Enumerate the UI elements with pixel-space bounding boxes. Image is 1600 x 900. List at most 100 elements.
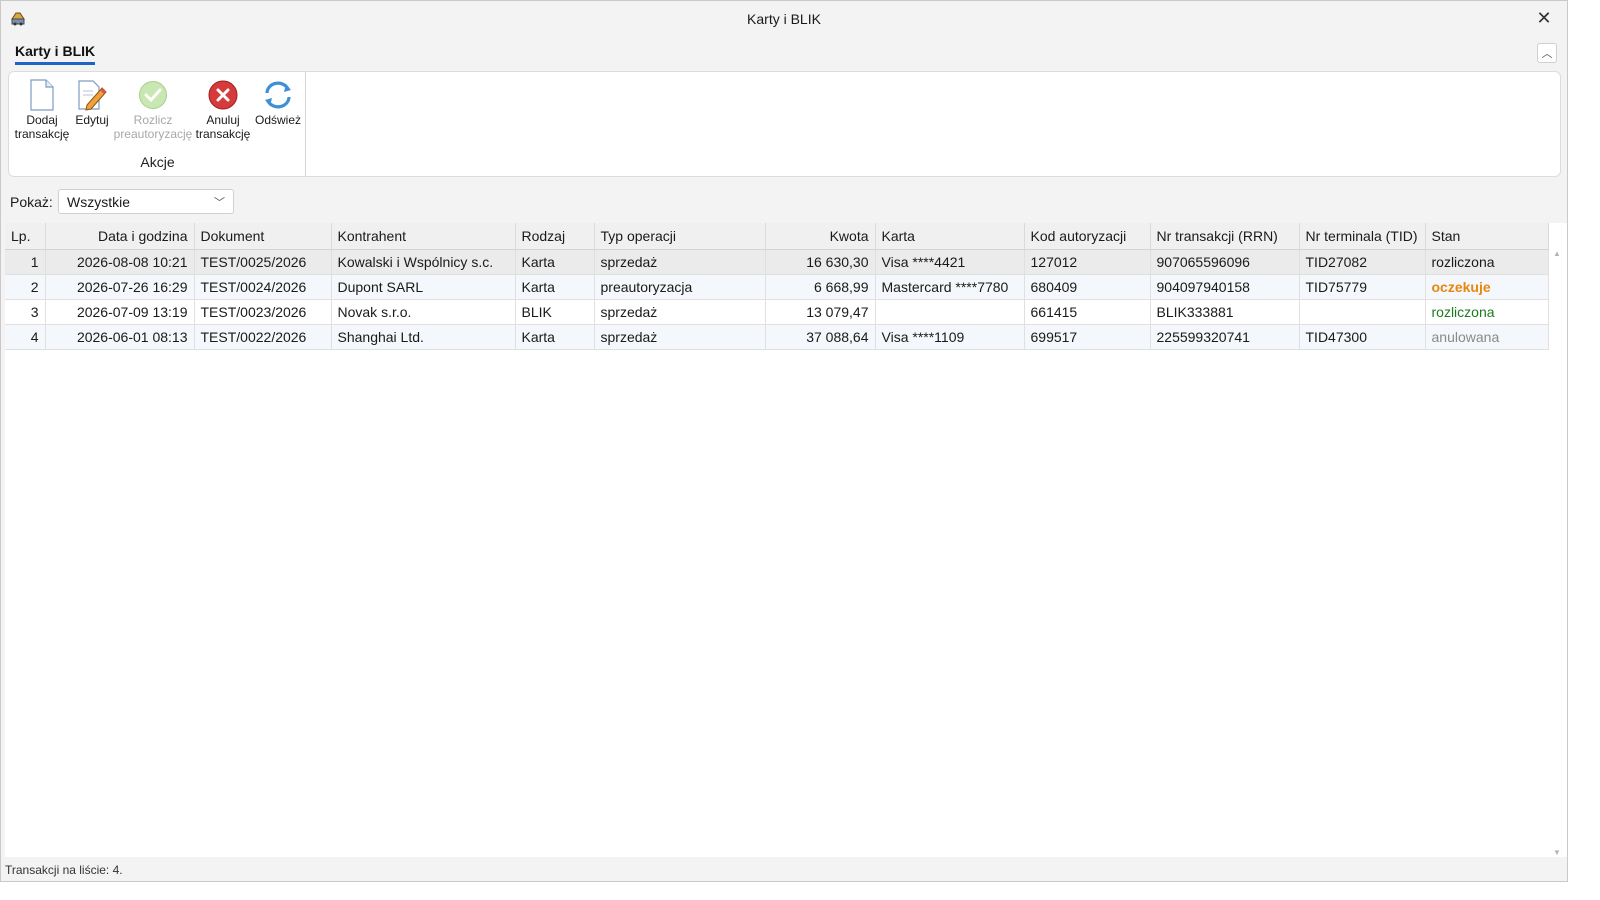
status-text: Transakcji na liście: 4. xyxy=(5,863,123,877)
cell-kind: Karta xyxy=(515,249,595,275)
table-row[interactable]: 1 2026-08-08 10:21 TEST/0025/2026 Kowals… xyxy=(5,249,1549,275)
settle-preauth-label-2: preautoryzację xyxy=(113,127,193,141)
group-label-akcje: Akcje xyxy=(140,154,175,170)
cell-amount: 37 088,64 xyxy=(765,324,876,350)
cell-date: 2026-06-01 08:13 xyxy=(45,324,195,350)
status-bar: Transakcji na liście: 4. xyxy=(1,857,1567,881)
cell-card: Mastercard ****7780 xyxy=(875,274,1025,300)
cell-amount: 13 079,47 xyxy=(765,299,876,325)
cell-document: TEST/0023/2026 xyxy=(194,299,332,325)
cell-amount: 16 630,30 xyxy=(765,249,876,275)
column-header[interactable]: Kontrahent xyxy=(331,223,516,250)
column-header[interactable]: Kwota xyxy=(765,223,876,250)
edit-pencil-icon xyxy=(69,78,115,112)
collapse-ribbon-button[interactable]: ︿ xyxy=(1537,43,1557,63)
column-header[interactable]: Karta xyxy=(875,223,1025,250)
main-window: Karty i BLIK ✕ Karty i BLIK ︿ Dodaj tran… xyxy=(0,0,1568,882)
edit-label: Edytuj xyxy=(75,113,109,127)
cell-auth-code: 699517 xyxy=(1024,324,1151,350)
table-row[interactable]: 4 2026-06-01 08:13 TEST/0022/2026 Shangh… xyxy=(5,324,1549,350)
cell-contractor: Shanghai Ltd. xyxy=(331,324,516,350)
cell-tid: TID47300 xyxy=(1299,324,1426,350)
vertical-scrollbar[interactable]: ▲ ▼ xyxy=(1553,249,1563,857)
cancel-x-icon xyxy=(191,78,255,112)
cell-tid xyxy=(1299,299,1426,325)
checkmark-icon xyxy=(113,78,193,112)
column-header[interactable]: Data i godzina xyxy=(45,223,195,250)
title-bar[interactable]: Karty i BLIK ✕ xyxy=(1,1,1567,37)
transactions-table: Lp. Data i godzina Dokument Kontrahent R… xyxy=(5,223,1549,350)
transactions-grid[interactable]: Lp. Data i godzina Dokument Kontrahent R… xyxy=(5,223,1567,857)
cell-date: 2026-08-08 10:21 xyxy=(45,249,195,275)
filter-select[interactable]: Wszystkie ﹀ xyxy=(58,189,234,214)
add-transaction-button[interactable]: Dodaj transakcję xyxy=(13,78,71,141)
column-header[interactable]: Typ operacji xyxy=(594,223,766,250)
ribbon-tab-row: Karty i BLIK ︿ xyxy=(1,39,1567,69)
cell-state: oczekuje xyxy=(1425,274,1549,300)
cell-document: TEST/0022/2026 xyxy=(194,324,332,350)
column-header[interactable]: Nr transakcji (RRN) xyxy=(1150,223,1300,250)
close-icon: ✕ xyxy=(1536,7,1552,28)
cell-auth-code: 661415 xyxy=(1024,299,1151,325)
cell-auth-code: 680409 xyxy=(1024,274,1151,300)
column-header[interactable]: Nr terminala (TID) xyxy=(1299,223,1426,250)
filter-select-value: Wszystkie xyxy=(67,194,130,210)
refresh-button[interactable]: Odśwież xyxy=(253,78,303,127)
ribbon-panel: Dodaj transakcję Edytuj Rozlicz preautor… xyxy=(8,71,1561,177)
edit-button[interactable]: Edytuj xyxy=(69,78,115,127)
scroll-down-icon[interactable]: ▼ xyxy=(1553,848,1561,857)
cell-card: Visa ****1109 xyxy=(875,324,1025,350)
filter-label: Pokaż: xyxy=(10,194,53,210)
table-row[interactable]: 3 2026-07-09 13:19 TEST/0023/2026 Novak … xyxy=(5,299,1549,325)
column-header[interactable]: Rodzaj xyxy=(515,223,595,250)
column-header[interactable]: Dokument xyxy=(194,223,332,250)
cell-date: 2026-07-09 13:19 xyxy=(45,299,195,325)
cell-state: rozliczona xyxy=(1425,249,1549,275)
window-title: Karty i BLIK xyxy=(747,11,821,27)
cell-rrn: BLIK333881 xyxy=(1150,299,1300,325)
cell-card: Visa ****4421 xyxy=(875,249,1025,275)
cell-rrn: 225599320741 xyxy=(1150,324,1300,350)
new-document-icon xyxy=(13,78,71,112)
settle-preauth-label-1: Rozlicz xyxy=(133,113,173,127)
cell-lp: 4 xyxy=(5,324,46,350)
column-header[interactable]: Kod autoryzacji xyxy=(1024,223,1151,250)
column-header[interactable]: Lp. xyxy=(5,223,46,250)
cell-lp: 3 xyxy=(5,299,46,325)
ribbon-group-akcje: Dodaj transakcję Edytuj Rozlicz preautor… xyxy=(9,72,306,176)
tab-karty-i-blik[interactable]: Karty i BLIK xyxy=(15,43,96,65)
cancel-transaction-button[interactable]: Anuluj transakcję xyxy=(191,78,255,141)
refresh-label: Odśwież xyxy=(254,113,301,127)
cell-amount: 6 668,99 xyxy=(765,274,876,300)
cell-contractor: Novak s.r.o. xyxy=(331,299,516,325)
cell-state: anulowana xyxy=(1425,324,1549,350)
chevron-up-icon: ︿ xyxy=(1541,48,1553,60)
column-header[interactable]: Stan xyxy=(1425,223,1549,250)
cell-contractor: Dupont SARL xyxy=(331,274,516,300)
cell-kind: Karta xyxy=(515,324,595,350)
cell-auth-code: 127012 xyxy=(1024,249,1151,275)
cell-document: TEST/0024/2026 xyxy=(194,274,332,300)
cell-rrn: 904097940158 xyxy=(1150,274,1300,300)
table-header-row: Lp. Data i godzina Dokument Kontrahent R… xyxy=(5,223,1549,250)
cell-kind: Karta xyxy=(515,274,595,300)
cell-operation: sprzedaż xyxy=(594,249,766,275)
cell-card xyxy=(875,299,1025,325)
cancel-transaction-label-2: transakcję xyxy=(195,127,251,141)
table-row[interactable]: 2 2026-07-26 16:29 TEST/0024/2026 Dupont… xyxy=(5,274,1549,300)
cell-tid: TID27082 xyxy=(1299,249,1426,275)
refresh-icon xyxy=(253,78,303,112)
chevron-down-icon: ﹀ xyxy=(214,197,225,209)
settle-preauth-button[interactable]: Rozlicz preautoryzację xyxy=(113,78,193,141)
scroll-up-icon[interactable]: ▲ xyxy=(1553,249,1561,258)
cell-rrn: 907065596096 xyxy=(1150,249,1300,275)
add-transaction-label-1: Dodaj xyxy=(26,113,58,127)
cell-date: 2026-07-26 16:29 xyxy=(45,274,195,300)
cell-operation: preautoryzacja xyxy=(594,274,766,300)
cell-operation: sprzedaż xyxy=(594,324,766,350)
cell-state: rozliczona xyxy=(1425,299,1549,325)
add-transaction-label-2: transakcję xyxy=(14,127,70,141)
close-button[interactable]: ✕ xyxy=(1521,1,1567,35)
cell-contractor: Kowalski i Wspólnicy s.c. xyxy=(331,249,516,275)
cell-lp: 2 xyxy=(5,274,46,300)
